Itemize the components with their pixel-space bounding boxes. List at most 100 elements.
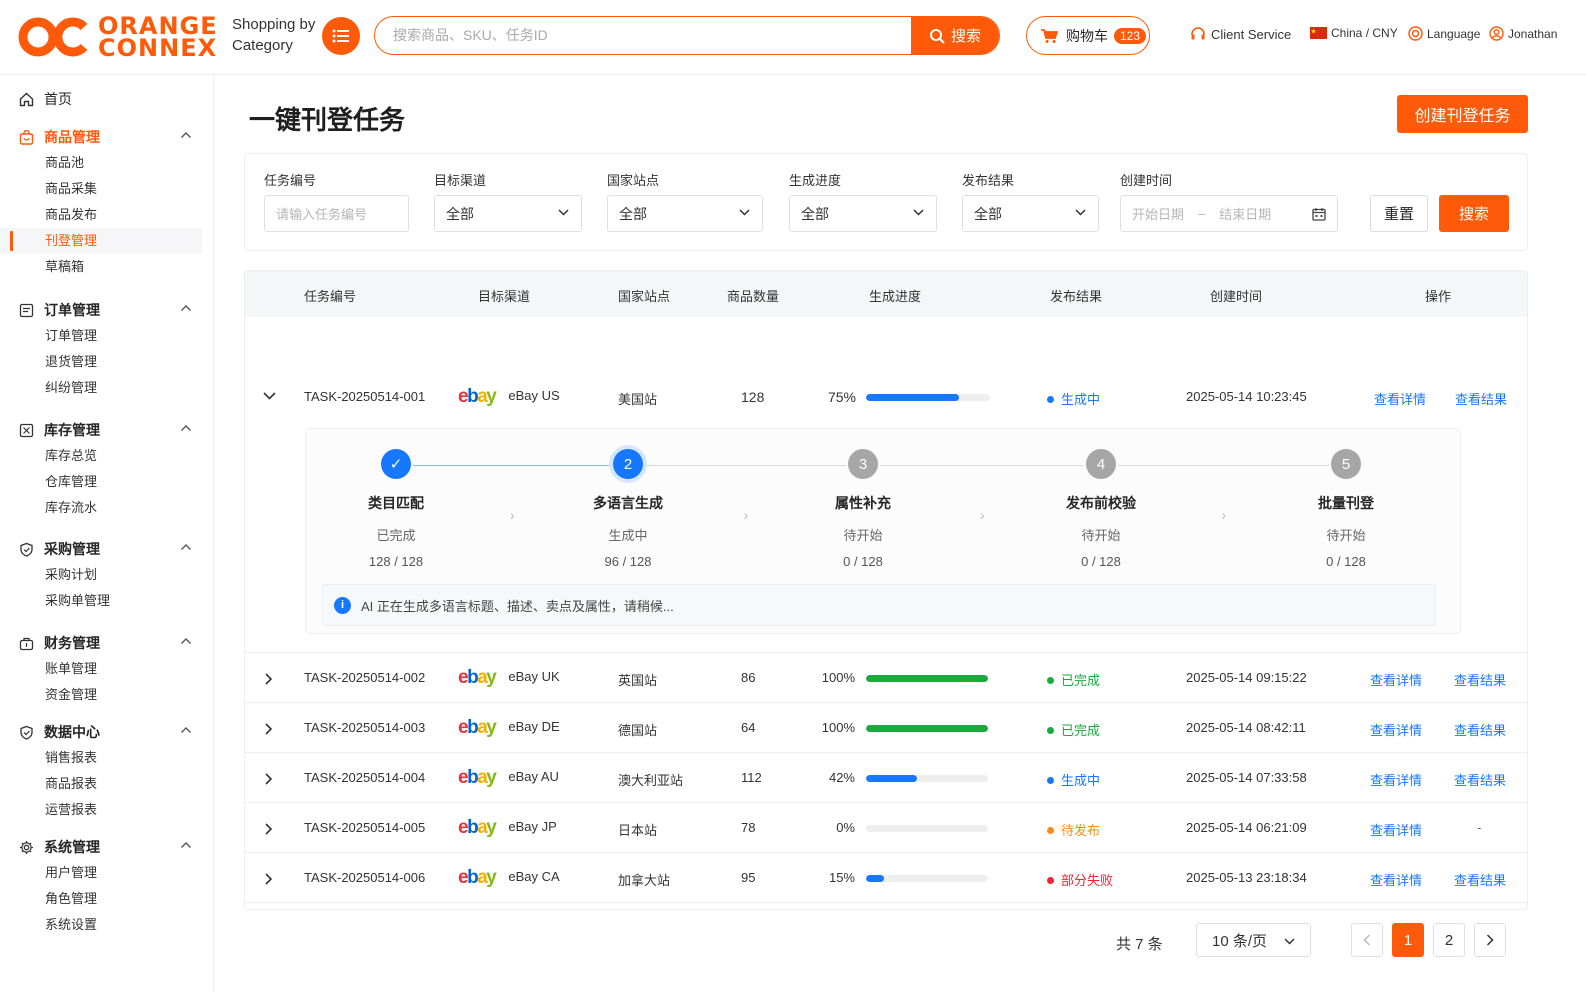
date-range-picker[interactable]: 开始日期 – 结束日期 <box>1120 195 1338 232</box>
sidebar-item-drafts[interactable]: 草稿箱 <box>0 254 214 280</box>
status-text: 待发布 <box>1061 823 1101 838</box>
page-title: 一键刊登任务 <box>249 105 406 135</box>
table-row: TASK-20250514-006 ebay eBay CA 加拿大站 95 15% 部分失… <box>245 852 1527 902</box>
site-select[interactable]: 全部 <box>607 195 763 232</box>
sidebar-group-header[interactable]: 系统管理 <box>0 834 214 860</box>
headset-icon <box>1191 27 1205 40</box>
channel-name: eBay JP <box>508 819 557 834</box>
channel-select[interactable]: 全部 <box>434 195 582 232</box>
result-select[interactable]: 全部 <box>962 195 1099 232</box>
sidebar-group-header[interactable]: 库存管理 <box>0 417 214 443</box>
view-result-link[interactable]: 查看结果 <box>1454 770 1506 789</box>
page-2-button[interactable]: 2 <box>1433 923 1465 957</box>
view-detail-link[interactable]: 查看详情 <box>1370 820 1422 839</box>
sidebar-item-inventory-flow[interactable]: 库存流水 <box>0 495 214 521</box>
region-selector[interactable]: China / CNY <box>1310 26 1398 40</box>
view-result-link[interactable]: 查看结果 <box>1454 670 1506 689</box>
task-table: 任务编号 目标渠道 国家站点 商品数量 生成进度 发布结果 创建时间 操作 TA… <box>244 270 1528 910</box>
user-menu[interactable]: Jonathan <box>1489 26 1557 41</box>
sidebar-item-product-report[interactable]: 商品报表 <box>0 771 214 797</box>
client-service-link[interactable]: Client Service <box>1190 26 1291 42</box>
sidebar-item-users[interactable]: 用户管理 <box>0 860 214 886</box>
sidebar-group-finance: 财务管理 账单管理 资金管理 <box>0 630 214 708</box>
filter-search-button[interactable]: 搜索 <box>1439 195 1509 232</box>
sidebar-item-sales-report[interactable]: 销售报表 <box>0 745 214 771</box>
sidebar: 首页 商品管理 商品池 商品采集 商品发布 刊登管理 草稿箱 订单管理 订单管理… <box>0 76 214 992</box>
sidebar-item-warehouse[interactable]: 仓库管理 <box>0 469 214 495</box>
chevron-right-icon[interactable] <box>263 873 276 885</box>
progress-select[interactable]: 全部 <box>789 195 937 232</box>
sidebar-item-purchase-orders[interactable]: 采购单管理 <box>0 588 214 614</box>
sidebar-item-product-publish[interactable]: 商品发布 <box>0 202 214 228</box>
progress-bar <box>866 875 988 882</box>
view-detail-link[interactable]: 查看详情 <box>1370 870 1422 889</box>
result-select-value: 全部 <box>974 205 1002 222</box>
prev-page-button[interactable] <box>1351 923 1383 957</box>
sidebar-item-inventory-overview[interactable]: 库存总览 <box>0 443 214 469</box>
start-date-input[interactable]: 开始日期 <box>1132 204 1184 223</box>
view-detail-link[interactable]: 查看详情 <box>1374 389 1426 408</box>
sidebar-item-funds[interactable]: 资金管理 <box>0 682 214 708</box>
step-number: 2 <box>613 449 643 479</box>
channel-cell: ebay eBay DE <box>458 718 560 737</box>
progress-select-value: 全部 <box>801 205 829 222</box>
ebay-logo-icon: ebay <box>458 767 497 788</box>
sidebar-item-roles[interactable]: 角色管理 <box>0 886 214 912</box>
page-1-button[interactable]: 1 <box>1392 923 1424 957</box>
sidebar-group-header[interactable]: 数据中心 <box>0 719 214 745</box>
logo-text: ORANGE CONNEX <box>98 14 218 60</box>
step-arrow-icon: › <box>743 507 749 523</box>
sidebar-item-listing-management[interactable]: 刊登管理 <box>0 228 202 254</box>
filter-progress-label: 生成进度 <box>789 173 842 188</box>
sidebar-item-settings[interactable]: 系统设置 <box>0 912 214 938</box>
reset-button[interactable]: 重置 <box>1370 195 1428 232</box>
search-button-label: 搜索 <box>950 28 981 45</box>
chevron-right-icon[interactable] <box>263 723 276 735</box>
view-result-link[interactable]: 查看结果 <box>1455 389 1507 408</box>
sidebar-item-operations-report[interactable]: 运营报表 <box>0 797 214 823</box>
sidebar-item-product-pool[interactable]: 商品池 <box>0 150 214 176</box>
view-result-link[interactable]: 查看结果 <box>1454 720 1506 739</box>
sidebar-item-disputes[interactable]: 纠纷管理 <box>0 375 214 401</box>
task-no-input[interactable]: 请输入任务编号 <box>264 195 409 232</box>
chevron-down-icon[interactable] <box>263 392 276 400</box>
sidebar-group-orders: 订单管理 订单管理 退货管理 纠纷管理 <box>0 297 214 401</box>
sidebar-item-purchase-plan[interactable]: 采购计划 <box>0 562 214 588</box>
progress-percent: 15% <box>828 870 855 885</box>
sidebar-item-bills[interactable]: 账单管理 <box>0 656 214 682</box>
cart-button[interactable]: 购物车 123 <box>1026 16 1150 55</box>
end-date-input[interactable]: 结束日期 <box>1219 204 1271 223</box>
ai-info-message: i AI 正在生成多语言标题、描述、卖点及属性，请稍候... <box>322 584 1436 626</box>
status-dot <box>1047 877 1054 884</box>
chevron-right-icon[interactable] <box>263 673 276 685</box>
view-detail-link[interactable]: 查看详情 <box>1370 770 1422 789</box>
ebay-logo-icon: ebay <box>458 817 497 838</box>
sidebar-item-product-collect[interactable]: 商品采集 <box>0 176 214 202</box>
status-badge: 生成中 <box>1047 770 1100 789</box>
language-selector[interactable]: Language <box>1408 26 1480 41</box>
view-detail-link[interactable]: 查看详情 <box>1370 720 1422 739</box>
gear-icon <box>18 839 34 855</box>
search-input[interactable] <box>375 17 915 53</box>
sidebar-group-header[interactable]: 财务管理 <box>0 630 214 656</box>
brand-logo[interactable]: ORANGE CONNEX <box>18 12 218 62</box>
view-detail-link[interactable]: 查看详情 <box>1370 670 1422 689</box>
sidebar-group-inventory: 库存管理 库存总览 仓库管理 库存流水 <box>0 417 214 521</box>
sidebar-group-header[interactable]: 订单管理 <box>0 297 214 323</box>
sidebar-item-returns[interactable]: 退货管理 <box>0 349 214 375</box>
view-result-link[interactable]: 查看结果 <box>1454 870 1506 889</box>
sidebar-group-header[interactable]: 商品管理 <box>0 124 214 150</box>
chevron-right-icon[interactable] <box>263 773 276 785</box>
shop-by-category-label[interactable]: Shopping by Category <box>232 14 315 56</box>
sidebar-home[interactable]: 首页 <box>0 86 214 112</box>
category-menu-button[interactable] <box>322 17 360 55</box>
create-listing-task-button[interactable]: 创建刊登任务 <box>1397 95 1528 133</box>
page-size-select[interactable]: 10 条/页 <box>1196 923 1311 957</box>
search-button[interactable]: 搜索 <box>911 17 999 54</box>
progress-bar <box>866 825 988 832</box>
next-page-button[interactable] <box>1474 923 1506 957</box>
sidebar-item-orders[interactable]: 订单管理 <box>0 323 214 349</box>
chevron-right-icon[interactable] <box>263 823 276 835</box>
table-row: TASK-20250514-002 ebay eBay UK 英国站 86 100% 已完成… <box>245 652 1527 702</box>
sidebar-group-header[interactable]: 采购管理 <box>0 536 214 562</box>
